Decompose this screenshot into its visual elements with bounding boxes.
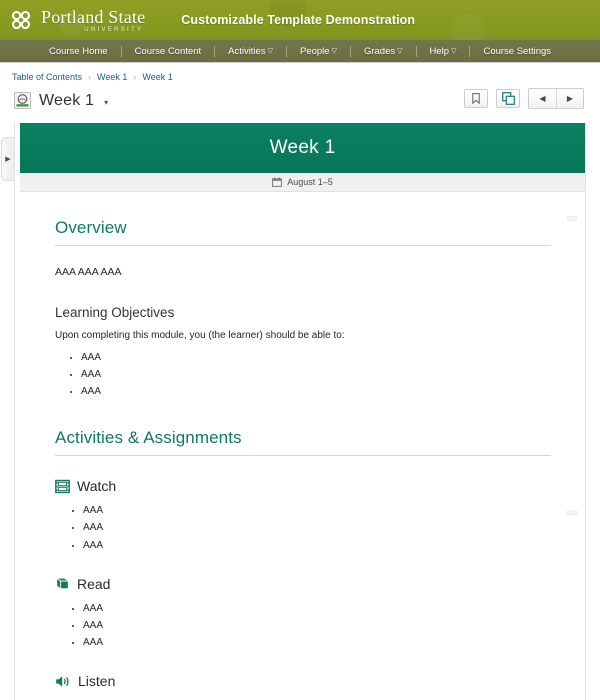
list-item: AAA [83, 600, 551, 617]
course-nav-list: Course Home Course Content Activities ▽ P… [36, 45, 564, 57]
brand-name: Portland State [41, 6, 146, 27]
previous-arrow-icon: ◀ [539, 94, 546, 103]
subheading-learning-objectives: Learning Objectives [55, 304, 175, 320]
book-icon [56, 578, 68, 589]
chevron-down-icon: ▽ [397, 47, 403, 55]
speaker-icon [56, 676, 69, 687]
breadcrumb-item-week-1-current[interactable]: Week 1 [142, 72, 172, 82]
list-item: AAA [83, 617, 551, 634]
section-heading-overview: Overview [55, 218, 551, 246]
section-handle-overview[interactable] [567, 216, 577, 221]
expand-sidebar-handle[interactable]: ▶ [1, 137, 14, 181]
nav-item-grades[interactable]: Grades ▽ [351, 46, 416, 57]
module-banner: Week 1 [20, 123, 585, 173]
bookmark-button[interactable] [464, 89, 488, 108]
module-date-range: August 1–5 [287, 177, 333, 187]
psu-logo[interactable]: Portland State UNIVERSITY [0, 7, 145, 33]
content-shell: ▶ Week 1 August 1–5 Overview AAA AAA AAA… [1, 123, 586, 700]
nav-item-help[interactable]: Help ▽ [417, 46, 470, 57]
page-actions-chevron-down-icon[interactable]: ▾ [104, 98, 108, 107]
chevron-down-icon: ▽ [331, 47, 337, 55]
list-item: AAA [81, 349, 551, 366]
section-heading-activities-assignments: Activities & Assignments [55, 428, 551, 457]
page-title: Week 1 [39, 91, 95, 109]
module-date-bar: August 1–5 [20, 173, 585, 192]
next-page-button[interactable]: ▶ [556, 89, 583, 108]
list-item: AAA [83, 537, 551, 554]
nav-item-label: People [299, 45, 330, 57]
calendar-icon [272, 177, 283, 187]
activity-list-watch: AAA AAA AAA [55, 502, 551, 554]
nav-item-course-home[interactable]: Course Home [36, 46, 121, 57]
section-handle-activities[interactable] [567, 510, 577, 515]
nav-item-label: Course Settings [483, 45, 552, 57]
nav-item-activities[interactable]: Activities ▽ [215, 46, 286, 57]
list-item: AAA [81, 366, 551, 383]
list-item: AAA [83, 502, 551, 519]
activity-header-listen: Listen [55, 673, 551, 689]
nav-item-label: Course Home [48, 45, 108, 57]
activity-block-watch: Watch AAA AAA AAA [55, 478, 551, 554]
nav-item-label: Course Content [134, 45, 202, 57]
copy-pages-button[interactable] [496, 89, 520, 108]
chevron-right-icon: ▶ [5, 156, 11, 163]
activity-block-read: Read AAA AAA AAA [55, 576, 551, 652]
brand-subtitle: UNIVERSITY [84, 26, 144, 33]
breadcrumb-item-week-1[interactable]: Week 1 [97, 72, 127, 82]
nav-item-course-content[interactable]: Course Content [122, 46, 215, 57]
chevron-down-icon: ▽ [451, 47, 457, 55]
nav-item-label: Grades [363, 45, 396, 57]
module-content: Overview AAA AAA AAA Learning Objectives… [15, 192, 585, 700]
next-arrow-icon: ▶ [566, 94, 574, 103]
course-nav-bar: Course Home Course Content Activities ▽ P… [0, 40, 600, 63]
site-header-band: Portland State UNIVERSITY Customizable T… [0, 0, 600, 40]
nav-item-people[interactable]: People ▽ [287, 46, 350, 57]
nav-item-course-settings[interactable]: Course Settings [470, 46, 564, 57]
previous-page-button[interactable]: ◀ [529, 89, 556, 108]
breadcrumb: Table of Contents › Week 1 › Week 1 [0, 63, 600, 83]
activity-header-read: Read [55, 576, 551, 592]
chevron-down-icon: ▽ [267, 47, 273, 55]
demo-banner-title: Customizable Template Demonstration [181, 13, 416, 27]
activity-label-read: Read [77, 575, 111, 592]
breadcrumb-separator-icon: › [133, 72, 137, 82]
nav-item-label: Help [429, 45, 450, 57]
film-strip-icon [55, 479, 70, 493]
activity-block-listen: Listen AAA [55, 673, 551, 700]
module-page-icon [14, 92, 31, 109]
activity-label-listen: Listen [78, 673, 116, 690]
psu-knot-logo-icon [11, 10, 31, 30]
overview-paragraph: AAA AAA AAA [55, 266, 122, 278]
module-banner-title: Week 1 [269, 137, 336, 158]
list-item: AAA [83, 634, 551, 651]
page-pager: ◀ ▶ [528, 88, 584, 109]
list-item: AAA [83, 519, 551, 536]
page-toolbar: ◀ ▶ [464, 88, 584, 109]
nav-item-label: Activities [228, 45, 266, 57]
breadcrumb-separator-icon: › [88, 72, 92, 82]
activity-list-read: AAA AAA AAA [55, 600, 551, 652]
bookmark-icon [472, 93, 480, 104]
copy-pages-icon [501, 92, 515, 105]
learning-objectives-lead: Upon completing this module, you (the le… [55, 329, 345, 341]
breadcrumb-item-table-of-contents[interactable]: Table of Contents [12, 72, 82, 82]
activity-label-watch: Watch [77, 478, 117, 495]
learning-objectives-list: AAA AAA AAA [55, 349, 551, 401]
list-item: AAA [81, 383, 551, 400]
activity-header-watch: Watch [55, 478, 551, 494]
